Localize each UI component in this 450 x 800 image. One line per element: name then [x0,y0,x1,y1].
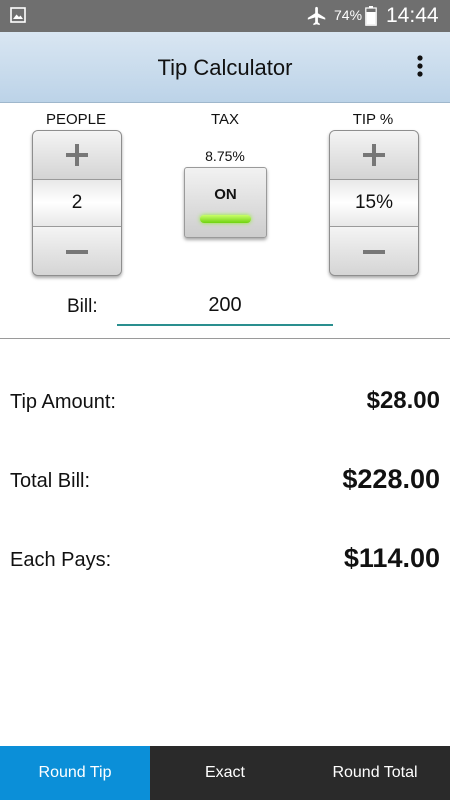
tip-minus-button[interactable] [330,226,418,275]
tab-exact[interactable]: Exact [150,746,300,800]
tip-percent-label: TIP % [352,111,394,128]
airplane-mode-icon [307,6,326,26]
tip-plus-button[interactable] [330,131,418,180]
tax-toggle-button[interactable]: ON [184,167,267,238]
tip-percent-value: 15% [330,180,418,226]
tax-toggle-label: ON [214,186,237,203]
bottom-tab-bar: Round Tip Exact Round Total [0,746,450,800]
battery-percentage: 74% [334,7,363,23]
tab-round-tip[interactable]: Round Tip [0,746,150,800]
status-bar: 74% 14:44 [0,0,450,32]
tab-round-total[interactable]: Round Total [300,746,450,800]
people-plus-button[interactable] [33,131,121,180]
plus-icon [66,144,88,166]
tax-toggle-indicator [200,215,251,223]
each-pays-value: $114.00 [343,543,440,573]
total-bill-label: Total Bill: [10,470,91,492]
tax-rate: 8.75% [205,148,245,164]
battery-icon [365,6,377,26]
divider [0,338,450,339]
tax-label: TAX [210,111,240,128]
tip-amount-value: $28.00 [366,387,440,414]
bill-label: Bill: [67,296,98,317]
app-bar: Tip Calculator [0,32,450,103]
people-minus-button[interactable] [33,226,121,275]
tip-amount-label: Tip Amount: [10,391,116,413]
bill-input[interactable] [117,286,333,326]
people-label: PEOPLE [45,111,107,128]
people-stepper: 2 [32,130,122,276]
people-count: 2 [33,180,121,226]
gallery-icon [10,7,26,23]
total-bill-value: $228.00 [342,464,440,494]
tip-percent-stepper: 15% [329,130,419,276]
each-pays-label: Each Pays: [10,549,112,571]
plus-icon [363,144,385,166]
status-clock: 14:44 [386,4,439,27]
minus-icon [66,249,88,254]
overflow-menu-icon[interactable] [410,52,430,82]
app-title: Tip Calculator [157,55,293,80]
minus-icon [363,249,385,254]
